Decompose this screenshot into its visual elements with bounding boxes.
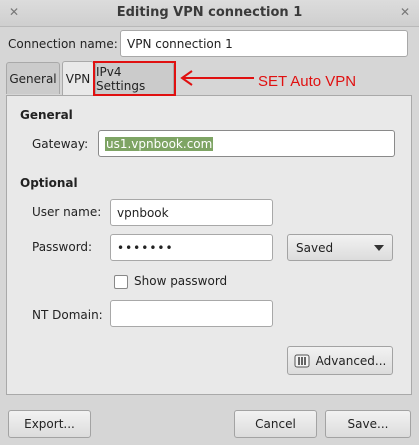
gateway-label: Gateway: — [32, 137, 89, 151]
advanced-label: Advanced... — [315, 353, 387, 368]
tab-general-label: General — [9, 71, 57, 86]
password-storage-select[interactable]: Saved — [287, 234, 393, 261]
settings-sliders-icon — [294, 354, 310, 367]
connection-name-input[interactable]: VPN connection 1 — [120, 30, 408, 57]
nt-domain-input[interactable] — [110, 300, 273, 327]
advanced-button[interactable]: Advanced... — [287, 346, 393, 375]
tab-general[interactable]: General — [6, 62, 60, 94]
tab-ipv4-settings[interactable]: IPv4 Settings — [95, 62, 174, 94]
username-input[interactable]: vpnbook — [110, 199, 273, 226]
export-button[interactable]: Export... — [8, 410, 91, 438]
username-label: User name: — [32, 205, 102, 219]
password-label: Password: — [32, 240, 93, 254]
optional-heading: Optional — [20, 176, 78, 190]
export-label: Export... — [24, 417, 75, 431]
chevron-down-icon — [374, 244, 384, 251]
password-storage-value: Saved — [296, 240, 334, 255]
close-icon-right[interactable]: ✕ — [397, 4, 413, 20]
window-title: Editing VPN connection 1 — [116, 5, 303, 20]
connection-name-value: VPN connection 1 — [127, 36, 233, 51]
tab-vpn-label: VPN — [65, 71, 91, 86]
title-bar: ✕ Editing VPN connection 1 ✕ — [0, 0, 419, 27]
connection-name-label: Connection name: — [8, 37, 118, 51]
password-value: ••••••• — [117, 240, 174, 255]
password-input[interactable]: ••••••• — [110, 234, 273, 261]
save-button[interactable]: Save... — [325, 410, 411, 438]
username-value: vpnbook — [117, 205, 169, 220]
show-password-checkbox[interactable] — [114, 275, 128, 289]
annotation-text: SET Auto VPN — [258, 73, 357, 90]
cancel-label: Cancel — [255, 417, 296, 431]
save-label: Save... — [347, 417, 389, 431]
tab-vpn[interactable]: VPN — [62, 61, 94, 95]
tab-ipv4-label: IPv4 Settings — [96, 64, 146, 93]
cancel-button[interactable]: Cancel — [234, 410, 317, 438]
nt-domain-label: NT Domain: — [32, 308, 103, 322]
general-heading: General — [20, 108, 73, 122]
gateway-value: us1.vpnbook.com — [105, 136, 214, 151]
annotation-arrow-icon — [180, 70, 254, 86]
show-password-label: Show password — [134, 274, 228, 288]
gateway-input[interactable]: us1.vpnbook.com — [98, 130, 395, 157]
